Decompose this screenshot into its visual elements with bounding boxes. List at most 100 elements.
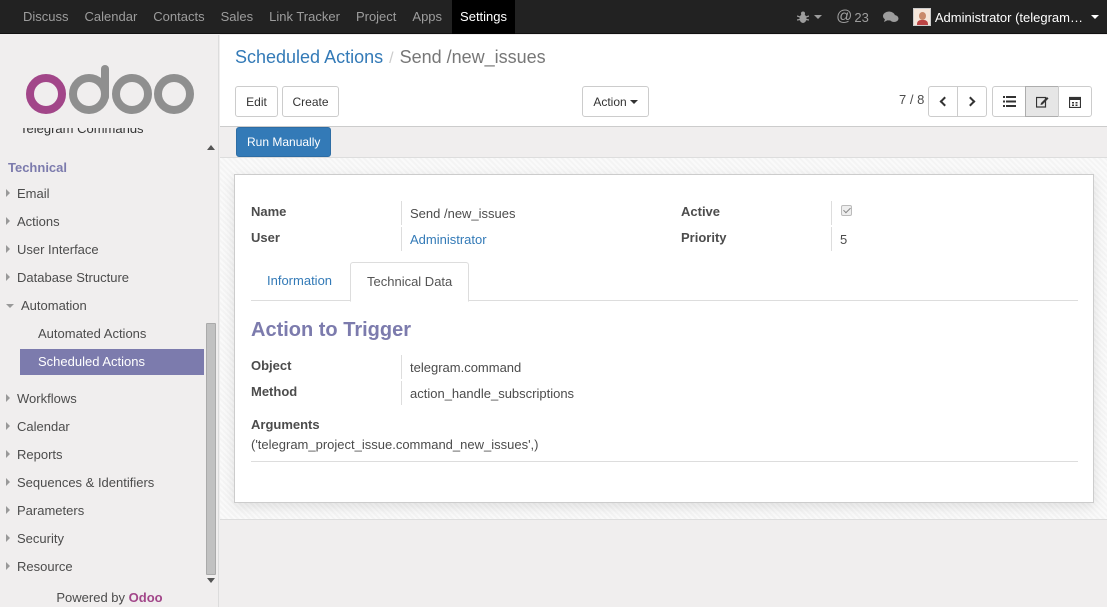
breadcrumb: Scheduled Actions / Send /new_issues bbox=[235, 47, 546, 68]
notebook-tabs: Information Technical Data bbox=[251, 262, 1078, 302]
sidebar-item-calendar[interactable]: Calendar bbox=[0, 413, 204, 439]
arrow-down-icon[interactable] bbox=[207, 578, 215, 583]
breadcrumb-scheduled-actions[interactable]: Scheduled Actions bbox=[235, 47, 383, 67]
sidebar-scrollbar[interactable] bbox=[205, 135, 217, 590]
calendar-view-button[interactable] bbox=[1058, 86, 1092, 117]
sidebar-item-sequences[interactable]: Sequences & Identifiers bbox=[0, 469, 204, 495]
menu-apps[interactable]: Apps bbox=[404, 0, 450, 34]
user-label: User bbox=[251, 230, 280, 245]
comments-icon bbox=[882, 11, 899, 22]
sidebar-item-scheduled-actions[interactable]: Scheduled Actions bbox=[20, 349, 204, 375]
caret-right-icon bbox=[6, 189, 10, 197]
control-panel: Scheduled Actions / Send /new_issues Edit … bbox=[220, 35, 1107, 127]
menu-contacts[interactable]: Contacts bbox=[145, 0, 212, 34]
arguments-value: ('telegram_project_issue.command_new_iss… bbox=[251, 437, 539, 452]
caret-right-icon bbox=[6, 273, 10, 281]
sidebar-item-telegram-commands[interactable]: Telegram Commands bbox=[20, 128, 144, 137]
sidebar-item-label: Automation bbox=[21, 297, 87, 313]
caret-right-icon bbox=[6, 217, 10, 225]
sidebar-item-parameters[interactable]: Parameters bbox=[0, 497, 204, 523]
tab-technical-data[interactable]: Technical Data bbox=[350, 262, 470, 302]
at-icon: @ bbox=[836, 8, 853, 25]
sidebar-item-automated-actions[interactable]: Automated Actions bbox=[20, 321, 204, 347]
sidebar-section-technical: Technical bbox=[8, 160, 68, 175]
create-button[interactable]: Create bbox=[282, 86, 339, 117]
object-value: telegram.command bbox=[410, 360, 522, 375]
sidebar-item-automation[interactable]: Automation bbox=[0, 292, 204, 318]
chevron-down-icon bbox=[1091, 15, 1099, 19]
sidebar-menu: Telegram Commands Technical Email Action… bbox=[0, 128, 218, 590]
messages-count: 23 bbox=[854, 9, 869, 25]
sidebar-item-database-structure[interactable]: Database Structure bbox=[0, 264, 204, 290]
pager-previous-button[interactable] bbox=[928, 86, 958, 117]
breadcrumb-separator: / bbox=[389, 50, 394, 67]
list-view-button[interactable] bbox=[992, 86, 1026, 117]
sidebar-item-label: User Interface bbox=[17, 241, 99, 257]
field-divider bbox=[401, 227, 402, 251]
sidebar-item-label: Email bbox=[17, 185, 50, 201]
field-divider bbox=[401, 201, 402, 225]
scrollbar-thumb[interactable] bbox=[206, 323, 216, 575]
user-value[interactable]: Administrator bbox=[410, 232, 487, 247]
debug-menu[interactable] bbox=[797, 11, 823, 24]
edit-button[interactable]: Edit bbox=[235, 86, 278, 117]
field-divider bbox=[831, 201, 832, 225]
sidebar-item-label: Calendar bbox=[17, 418, 70, 434]
form-view-button[interactable] bbox=[1025, 86, 1059, 117]
caret-right-icon bbox=[6, 450, 10, 458]
sidebar-item-email[interactable]: Email bbox=[0, 180, 204, 206]
powered-by-text: Powered by bbox=[56, 590, 126, 605]
systray: @ 23 Administrator (telegram… bbox=[783, 0, 1099, 34]
powered-by-link[interactable]: Odoo bbox=[129, 590, 163, 605]
chevron-down-icon bbox=[629, 99, 638, 104]
action-dropdown[interactable]: Action bbox=[582, 86, 649, 117]
sidebar-item-label: Resource bbox=[17, 558, 73, 574]
menu-settings[interactable]: Settings bbox=[452, 0, 516, 34]
sidebar-item-label: Sequences & Identifiers bbox=[17, 474, 155, 490]
method-value: action_handle_subscriptions bbox=[410, 386, 575, 401]
field-divider bbox=[401, 355, 402, 379]
odoo-logo[interactable] bbox=[26, 65, 196, 115]
user-name: Administrator (telegram… bbox=[934, 9, 1083, 25]
name-label: Name bbox=[251, 204, 287, 219]
menu-link-tracker[interactable]: Link Tracker bbox=[261, 0, 348, 34]
tab-information[interactable]: Information bbox=[251, 262, 348, 301]
menu-calendar[interactable]: Calendar bbox=[77, 0, 146, 34]
arrow-up-icon[interactable] bbox=[207, 145, 215, 150]
chevron-left-icon bbox=[939, 96, 950, 107]
menu-sales[interactable]: Sales bbox=[213, 0, 262, 34]
avatar bbox=[912, 8, 931, 26]
powered-by: Powered by Odoo bbox=[0, 590, 218, 605]
sidebar-item-label: Parameters bbox=[17, 502, 85, 518]
priority-value: 5 bbox=[840, 232, 848, 247]
action-dropdown-label: Action bbox=[593, 94, 627, 109]
mentions-button[interactable]: @ 23 bbox=[836, 8, 869, 26]
field-divider bbox=[401, 381, 402, 405]
pager-value[interactable]: 7 / 8 bbox=[899, 92, 924, 107]
app-menu: Discuss Calendar Contacts Sales Link Tra… bbox=[15, 0, 516, 34]
form-sheet: Name Send /new_issues User Administrator… bbox=[234, 174, 1094, 503]
chat-button[interactable] bbox=[882, 11, 899, 24]
sidebar-item-label: Reports bbox=[17, 446, 63, 462]
menu-discuss[interactable]: Discuss bbox=[15, 0, 77, 34]
sidebar-item-reports[interactable]: Reports bbox=[0, 441, 204, 467]
top-navbar: Discuss Calendar Contacts Sales Link Tra… bbox=[0, 0, 1107, 34]
pager-next-button[interactable] bbox=[957, 86, 987, 117]
sidebar: Telegram Commands Technical Email Action… bbox=[0, 35, 219, 607]
active-label: Active bbox=[681, 204, 721, 219]
menu-project[interactable]: Project bbox=[348, 0, 404, 34]
arguments-label: Arguments bbox=[251, 417, 320, 432]
sidebar-item-workflows[interactable]: Workflows bbox=[0, 385, 204, 411]
sidebar-item-user-interface[interactable]: User Interface bbox=[0, 236, 204, 262]
bug-icon bbox=[797, 11, 810, 23]
statusbar: Run Manually bbox=[220, 127, 1107, 158]
sidebar-item-security[interactable]: Security bbox=[0, 525, 204, 551]
section-title: Action to Trigger bbox=[251, 319, 411, 341]
run-manually-button[interactable]: Run Manually bbox=[236, 127, 332, 157]
caret-right-icon bbox=[6, 394, 10, 402]
sidebar-item-resource[interactable]: Resource bbox=[0, 553, 204, 579]
user-menu[interactable]: Administrator (telegram… bbox=[912, 8, 1099, 26]
sidebar-item-label: Security bbox=[17, 530, 64, 546]
sidebar-item-actions[interactable]: Actions bbox=[0, 208, 204, 234]
priority-label: Priority bbox=[681, 230, 727, 245]
